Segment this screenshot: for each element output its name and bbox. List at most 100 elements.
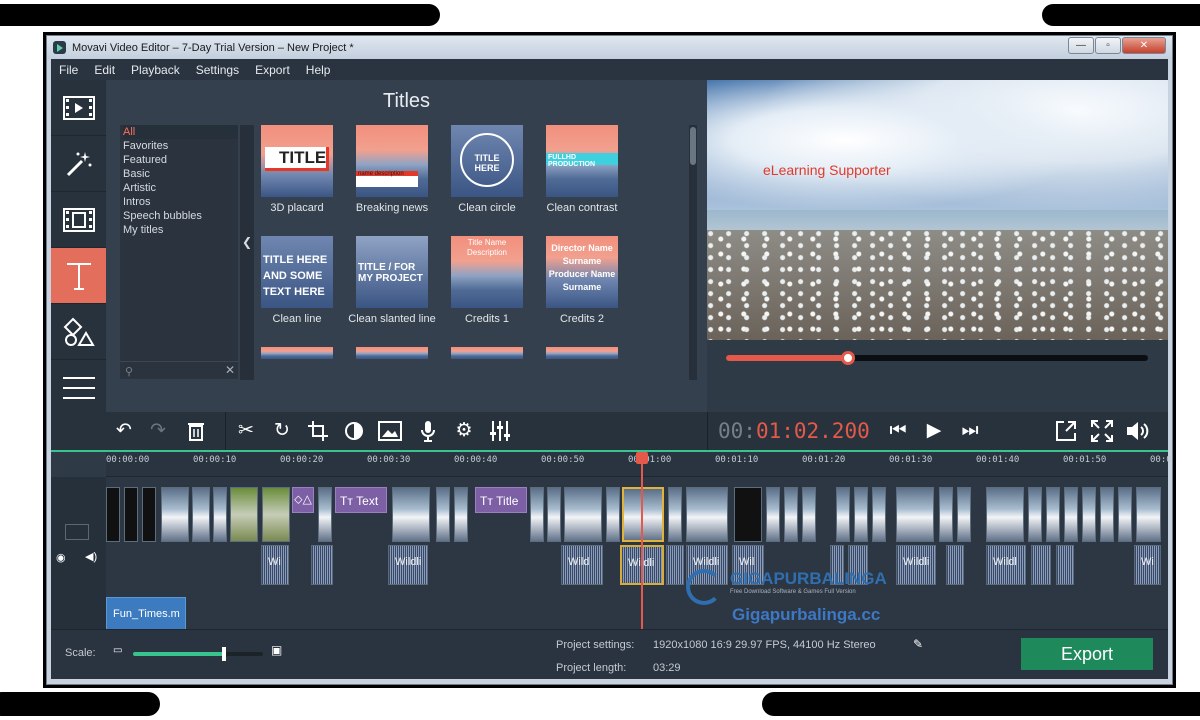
title-thumb[interactable] (356, 347, 428, 359)
more-tools-tab[interactable] (51, 360, 106, 416)
menu-file[interactable]: File (51, 63, 86, 77)
video-clip[interactable] (668, 487, 682, 542)
video-clip[interactable] (547, 487, 561, 542)
category-intros[interactable]: Intros (123, 195, 238, 209)
audio-clip[interactable]: Wild (561, 545, 603, 585)
title-thumb[interactable] (451, 347, 523, 359)
import-media-tab[interactable] (51, 80, 106, 136)
zoom-out-icon[interactable]: ▭ (113, 645, 122, 656)
title-thumb[interactable] (546, 347, 618, 359)
track-mute-icon[interactable]: ◀) (85, 550, 97, 563)
menu-edit[interactable]: Edit (86, 63, 123, 77)
clear-search-icon[interactable]: ✕ (225, 363, 235, 377)
audio-clip[interactable] (666, 545, 684, 585)
export-button[interactable]: Export (1021, 638, 1153, 670)
next-frame-button[interactable]: ⏭ (955, 416, 985, 446)
audio-clip[interactable] (1031, 545, 1051, 585)
minimize-button[interactable]: — (1068, 37, 1094, 54)
filters-tab[interactable] (51, 136, 106, 192)
audio-clip[interactable]: Wi (261, 545, 289, 585)
video-clip[interactable] (784, 487, 798, 542)
title-clip-text[interactable]: Tт Text (335, 487, 387, 513)
video-clip[interactable] (436, 487, 450, 542)
delete-button[interactable] (181, 416, 211, 446)
maximize-button[interactable]: ▫ (1095, 37, 1121, 54)
video-clip[interactable] (957, 487, 971, 542)
crop-button[interactable] (303, 416, 333, 446)
transitions-tab[interactable] (51, 192, 106, 248)
rotate-button[interactable]: ↻ (267, 416, 297, 446)
track-visibility-icon[interactable]: ◉ (56, 551, 66, 564)
scale-slider[interactable] (133, 647, 263, 661)
detach-preview-button[interactable] (1051, 416, 1081, 446)
video-clip[interactable] (1100, 487, 1114, 542)
title-thumb-breaking-news[interactable]: name description (356, 125, 428, 197)
video-clip[interactable] (530, 487, 544, 542)
video-clip[interactable] (986, 487, 1024, 542)
video-clip[interactable] (1118, 487, 1132, 542)
volume-button[interactable] (1123, 416, 1153, 446)
previous-frame-button[interactable]: ⏮ (883, 416, 913, 446)
title-thumb-clean-line[interactable]: TITLE HERE AND SOME TEXT HERE (261, 236, 333, 308)
scrollbar-thumb[interactable] (690, 127, 696, 165)
close-button[interactable]: ✕ (1122, 37, 1166, 54)
video-clip[interactable] (106, 487, 120, 542)
music-clip[interactable]: Fun_Times.m (106, 597, 186, 633)
title-thumb-clean-slanted-line[interactable]: TITLE / FOR MY PROJECT (356, 236, 428, 308)
menu-settings[interactable]: Settings (188, 63, 247, 77)
video-clip[interactable] (836, 487, 850, 542)
audio-clip[interactable] (311, 545, 333, 585)
menu-playback[interactable]: Playback (123, 63, 188, 77)
menu-export[interactable]: Export (247, 63, 298, 77)
category-favorites[interactable]: Favorites (123, 139, 238, 153)
titles-tab[interactable] (51, 248, 106, 304)
video-clip[interactable] (1082, 487, 1096, 542)
audio-clip[interactable]: Wi (1134, 545, 1161, 585)
video-clip[interactable] (1028, 487, 1042, 542)
clip-settings-button[interactable]: ⚙ (449, 416, 479, 446)
title-thumb-credits-1[interactable]: Title Name Description (451, 236, 523, 308)
audio-clip[interactable]: Wildl (986, 545, 1026, 585)
seek-handle[interactable] (841, 351, 856, 365)
video-clip[interactable] (454, 487, 468, 542)
video-clip[interactable] (734, 487, 762, 542)
video-clip[interactable] (142, 487, 156, 542)
video-clip[interactable] (124, 487, 138, 542)
video-clip[interactable] (262, 487, 290, 542)
category-featured[interactable]: Featured (123, 153, 238, 167)
video-clip[interactable] (802, 487, 816, 542)
video-clip[interactable] (854, 487, 868, 542)
playhead-handle[interactable] (636, 452, 648, 464)
category-all[interactable]: All (123, 125, 238, 139)
audio-equalizer-button[interactable] (485, 416, 515, 446)
stickers-tab[interactable] (51, 304, 106, 360)
video-clip[interactable] (318, 487, 332, 542)
redo-button[interactable]: ↷ (143, 416, 173, 446)
video-clip[interactable] (686, 487, 728, 542)
video-clip[interactable] (192, 487, 210, 542)
category-search-input[interactable]: ⚲ ✕ (120, 361, 238, 379)
video-clip[interactable] (1136, 487, 1161, 542)
collapse-panel-button[interactable]: ❮ (240, 125, 254, 380)
video-clip[interactable] (392, 487, 430, 542)
title-clip-title[interactable]: Tт Title (475, 487, 527, 513)
title-thumb-3d-placard[interactable]: TITLE (261, 125, 333, 197)
video-clip[interactable] (161, 487, 189, 542)
category-basic[interactable]: Basic (123, 167, 238, 181)
audio-clip[interactable]: Wildli (896, 545, 936, 585)
video-clip[interactable] (766, 487, 780, 542)
image-button[interactable] (375, 416, 405, 446)
audio-clip[interactable]: Wildli (388, 545, 428, 585)
video-clip[interactable] (1064, 487, 1078, 542)
browser-scrollbar[interactable] (689, 125, 697, 380)
play-button[interactable]: ▶ (919, 416, 949, 446)
video-clip[interactable] (896, 487, 934, 542)
title-thumb-clean-circle[interactable]: TITLE HERE (451, 125, 523, 197)
undo-button[interactable]: ↶ (109, 416, 139, 446)
video-clip[interactable] (1046, 487, 1060, 542)
audio-clip[interactable] (946, 545, 964, 585)
title-thumb[interactable] (261, 347, 333, 359)
sticker-clip[interactable]: ⬦△ (292, 487, 314, 513)
color-adjust-button[interactable] (339, 416, 369, 446)
video-clip[interactable] (230, 487, 258, 542)
